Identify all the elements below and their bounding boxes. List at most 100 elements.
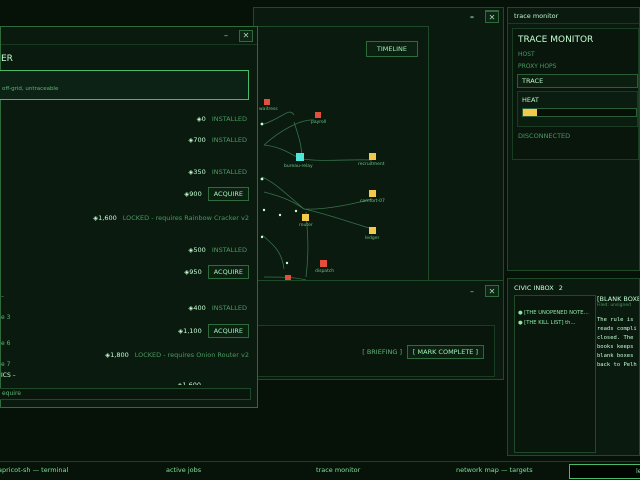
market-row: ◈900 ACQUIRE [1, 187, 249, 201]
inbox-count-badge: 2 [558, 284, 563, 292]
heat-label: HEAT [522, 96, 539, 104]
node-label: recruitment [358, 162, 385, 167]
trace-monitor-window: trace monitor TRACE MONITOR HOST PROXY H… [507, 7, 640, 271]
taskbar-item-trace[interactable]: trace monitor [316, 466, 360, 474]
ledger-node[interactable] [369, 227, 376, 234]
inbox-list: ● [THE UNOPENED NOTE… ● [THE KILL LIST] … [514, 295, 596, 453]
acquire-button[interactable]: ACQUIRE [207, 187, 249, 201]
background-titlebar: – ✕ [413, 9, 503, 25]
partial-price: ◈1,600 [177, 381, 201, 385]
inbox-title: CIVIC INBOX [514, 284, 554, 292]
trace-label: TRACE [522, 77, 544, 85]
inbox-header: CIVIC INBOX 2 [514, 284, 563, 292]
node-label: comfort-07 [360, 199, 385, 204]
dispatch-node[interactable] [320, 260, 327, 267]
market-row: ◈400 INSTALLED [1, 301, 249, 315]
node-label: bureau-relay [284, 164, 313, 169]
market-row: ◈950 ACQUIRE [1, 265, 249, 279]
market-titlebar: – ✕ [1, 27, 257, 45]
taskbar-item-jobs[interactable]: active jobs [166, 466, 201, 474]
briefing-window: – ✕ [ BRIEFING ] [ MARK COMPLETE ] [253, 280, 504, 380]
message-meta: Filed: unsigned [597, 303, 631, 308]
bureau-node[interactable] [296, 153, 304, 161]
recruitment-node[interactable] [369, 153, 376, 160]
acquire-button[interactable]: ACQUIRE [207, 324, 249, 338]
minimize-icon[interactable]: – [465, 285, 479, 297]
category-label: e 6 [1, 340, 11, 347]
trace-bar: TRACE [517, 74, 638, 88]
briefing-button[interactable]: [ BRIEFING ] [362, 348, 402, 356]
node-label: router [299, 223, 313, 228]
category-label: – [1, 293, 4, 300]
status-text: INSTALLED [211, 115, 247, 123]
market-footer: equire [0, 388, 251, 400]
minimize-icon[interactable]: – [219, 30, 233, 42]
trace-titlebar: trace monitor [508, 8, 639, 24]
taskbar-item-active[interactable]: le [569, 464, 640, 479]
trace-window-title: trace monitor [514, 11, 559, 20]
node-label: payroll [311, 120, 327, 125]
market-row: ◈700 INSTALLED [1, 133, 249, 147]
briefing-panel: [ BRIEFING ] [ MARK COMPLETE ] [254, 325, 495, 377]
price: ◈900 [184, 190, 202, 198]
market-window: – ✕ ER off-grid, untraceable ◈0 INSTALLED… [0, 26, 258, 408]
inbox-item[interactable]: ● [THE KILL LIST] th… [518, 320, 576, 326]
node-label: ledger [365, 236, 380, 241]
price: ◈350 [188, 168, 206, 176]
price: ◈400 [188, 304, 206, 312]
category-label: e 3 [1, 314, 11, 321]
router-node[interactable] [302, 214, 309, 221]
node-label: dispatch [315, 269, 335, 274]
close-icon[interactable]: ✕ [485, 285, 499, 297]
trace-heading: TRACE MONITOR [518, 35, 594, 45]
proxy-label: PROXY HOPS [518, 63, 557, 70]
taskbar: apricot-sh — terminal active jobs trace … [0, 461, 640, 480]
message-pane: [BLANK BOXES Filed: unsigned The rule is… [597, 295, 639, 451]
market-row: ◈350 INSTALLED [1, 165, 249, 179]
status-text: LOCKED - requires Rainbow Cracker v2 [122, 214, 249, 222]
close-icon[interactable]: ✕ [485, 11, 499, 23]
mark-complete-button[interactable]: [ MARK COMPLETE ] [406, 345, 484, 359]
minimize-icon[interactable]: – [465, 11, 479, 23]
status-text: INSTALLED [211, 136, 247, 144]
market-title: ER [1, 54, 13, 64]
taskbar-item-terminal[interactable]: apricot-sh — terminal [0, 466, 68, 474]
price: ◈700 [188, 136, 206, 144]
status-text: LOCKED - requires Onion Router v2 [134, 351, 249, 359]
market-row: ◈500 INSTALLED [1, 243, 249, 257]
status-text: INSTALLED [211, 246, 247, 254]
background-window: – ✕ [253, 7, 504, 27]
market-row: ◈1,800 LOCKED - requires Onion Router v2 [1, 348, 249, 362]
category-label: ICS – [1, 372, 16, 379]
price: ◈1,800 [105, 351, 129, 359]
market-row: ◈1,100 ACQUIRE [1, 324, 249, 338]
status-text: INSTALLED [211, 168, 247, 176]
footer-text: equire [2, 390, 21, 397]
civic-inbox-window: CIVIC INBOX 2 ● [THE UNOPENED NOTE… ● [T… [507, 278, 640, 456]
alert-node[interactable] [315, 112, 321, 118]
trace-status: DISCONNECTED [518, 132, 571, 140]
message-body: The rule is reads compli closed. The boo… [597, 317, 637, 368]
heat-meter-fill [523, 109, 537, 116]
host-label: HOST [518, 51, 535, 58]
price: ◈500 [188, 246, 206, 254]
banner-text: off-grid, untraceable [2, 86, 59, 92]
price: ◈950 [184, 268, 202, 276]
heat-meter [522, 108, 637, 117]
market-row: ◈1,600 LOCKED - requires Rainbow Cracker … [1, 211, 249, 225]
comfort-node[interactable] [369, 190, 376, 197]
category-label: e 7 [1, 361, 11, 368]
market-row: ◈0 INSTALLED [1, 112, 249, 126]
taskbar-item-network[interactable]: network map — targets [456, 466, 533, 474]
node-label: waitress [259, 107, 278, 112]
status-text: INSTALLED [211, 304, 247, 312]
inbox-item[interactable]: ● [THE UNOPENED NOTE… [518, 310, 589, 316]
price: ◈0 [196, 115, 206, 123]
acquire-button[interactable]: ACQUIRE [207, 265, 249, 279]
trace-panel: TRACE MONITOR HOST PROXY HOPS TRACE HEAT… [512, 28, 639, 160]
alert-node[interactable] [264, 99, 270, 105]
message-title: [BLANK BOXES [597, 295, 639, 303]
close-icon[interactable]: ✕ [239, 29, 253, 42]
price: ◈1,600 [93, 214, 117, 222]
taskbar-active-label: le [636, 467, 640, 475]
